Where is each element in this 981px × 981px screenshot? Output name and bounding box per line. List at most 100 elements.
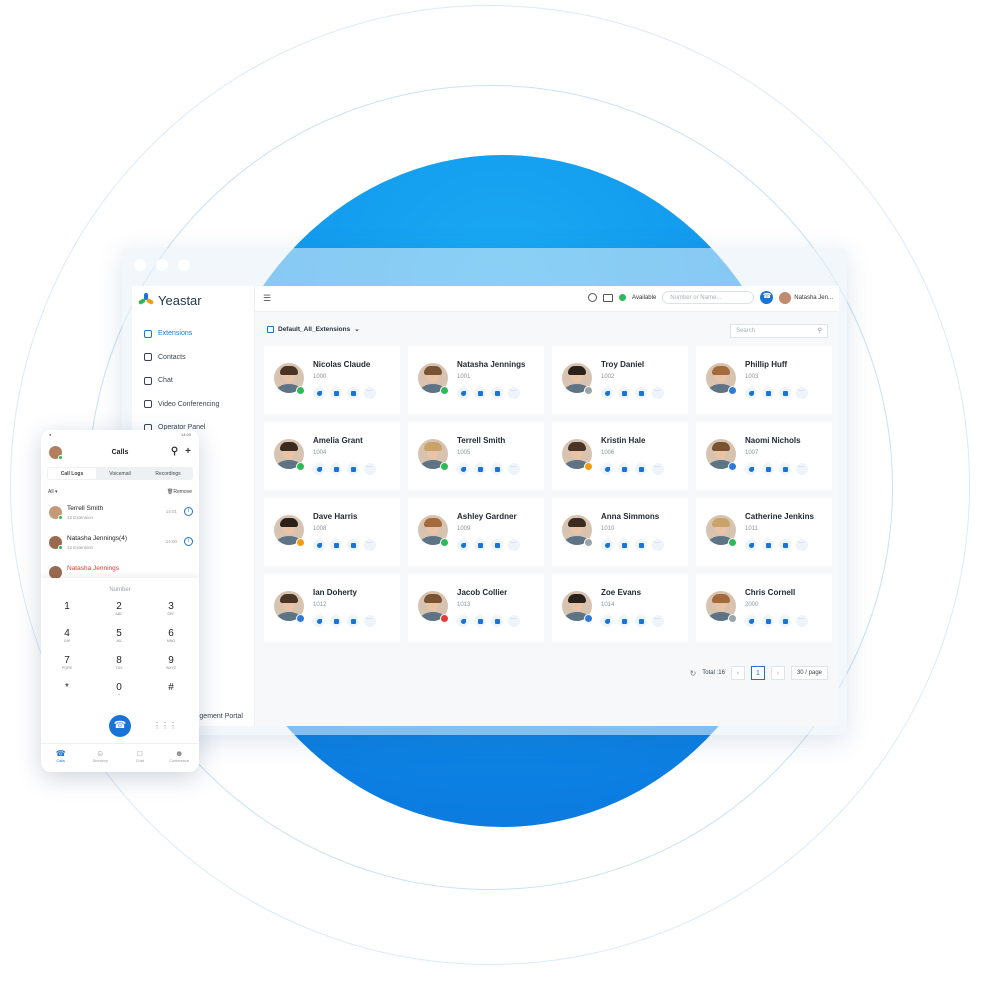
more-icon[interactable]: ···	[364, 387, 376, 399]
call-icon[interactable]	[601, 615, 613, 627]
extension-card[interactable]: Nicolas Claude 1000 ···	[264, 346, 400, 414]
dial-key[interactable]: 2 ABC	[93, 601, 145, 628]
more-icon[interactable]: ···	[796, 463, 808, 475]
video-call-icon[interactable]	[330, 463, 342, 475]
info-icon[interactable]: i	[184, 537, 193, 546]
more-icon[interactable]: ···	[508, 615, 520, 627]
tab-calls[interactable]: ☎ Calls	[41, 744, 81, 772]
sidebar-item-video-conferencing[interactable]: Video Conferencing	[132, 393, 254, 417]
extension-card[interactable]: Phillip Huff 1003 ···	[696, 346, 832, 414]
call-icon[interactable]	[313, 387, 325, 399]
more-icon[interactable]: ···	[796, 615, 808, 627]
list-item[interactable]: Natasha Jennings(4) 12 Extension 14:00 i	[41, 528, 199, 558]
video-call-icon[interactable]	[474, 387, 486, 399]
extension-card[interactable]: Chris Cornell 2000 ···	[696, 574, 832, 642]
chat-icon[interactable]	[779, 615, 791, 627]
chat-icon[interactable]	[779, 539, 791, 551]
more-icon[interactable]: ···	[652, 387, 664, 399]
tab-conference[interactable]: ☻ Conference	[160, 744, 200, 772]
list-item[interactable]: Terrell Smith 12 Extension 14:01 i	[41, 498, 199, 528]
more-icon[interactable]: ···	[364, 463, 376, 475]
video-call-icon[interactable]	[618, 463, 630, 475]
window-dot-icon[interactable]	[178, 259, 190, 271]
chat-icon[interactable]	[635, 387, 647, 399]
number-input[interactable]: Number	[41, 587, 199, 593]
video-call-icon[interactable]	[330, 615, 342, 627]
chat-icon[interactable]	[635, 539, 647, 551]
dial-key[interactable]: *	[41, 682, 93, 709]
call-icon[interactable]	[601, 463, 613, 475]
dial-key[interactable]: 6 MNO	[145, 628, 197, 655]
dial-key[interactable]: 1	[41, 601, 93, 628]
user-menu[interactable]: Natasha Jen...	[779, 291, 833, 304]
tab-directory[interactable]: ☺ Directory	[81, 744, 121, 772]
extension-card[interactable]: Ian Doherty 1012 ···	[264, 574, 400, 642]
page-button[interactable]: 1	[750, 666, 765, 680]
presence-status[interactable]: Available	[632, 295, 656, 301]
tab-chat[interactable]: □ Chat	[120, 744, 160, 772]
call-icon[interactable]	[313, 615, 325, 627]
video-call-icon[interactable]	[762, 387, 774, 399]
call-icon[interactable]	[745, 463, 757, 475]
extension-card[interactable]: Anna Simmons 1010 ···	[552, 498, 688, 566]
chat-icon[interactable]	[635, 463, 647, 475]
call-icon[interactable]	[745, 539, 757, 551]
tab-voicemail[interactable]: Voicemail	[96, 468, 144, 479]
dial-key[interactable]: 0 +	[93, 682, 145, 709]
more-icon[interactable]: ···	[652, 463, 664, 475]
more-icon[interactable]: ···	[364, 615, 376, 627]
extension-card[interactable]: Dave Harris 1008 ···	[264, 498, 400, 566]
video-call-icon[interactable]	[618, 615, 630, 627]
more-icon[interactable]: ···	[508, 463, 520, 475]
add-icon[interactable]: +	[185, 446, 191, 457]
sidebar-item-contacts[interactable]: Contacts	[132, 346, 254, 370]
more-icon[interactable]: ···	[796, 539, 808, 551]
info-icon[interactable]: i	[184, 507, 193, 516]
search-icon[interactable]: ⚲	[171, 446, 178, 457]
dial-call-button[interactable]: ☎	[109, 715, 131, 737]
chat-icon[interactable]	[491, 615, 503, 627]
tab-recordings[interactable]: Recordings	[144, 468, 192, 479]
chat-icon[interactable]	[347, 387, 359, 399]
call-icon[interactable]	[457, 463, 469, 475]
chat-icon[interactable]	[779, 387, 791, 399]
video-call-icon[interactable]	[762, 539, 774, 551]
remove-button[interactable]: 🗑Remove	[167, 489, 192, 495]
call-icon[interactable]	[601, 387, 613, 399]
call-icon[interactable]	[457, 615, 469, 627]
dial-key[interactable]: 5 JKL	[93, 628, 145, 655]
more-icon[interactable]: ···	[652, 615, 664, 627]
dial-key[interactable]: 7 PQRS	[41, 655, 93, 682]
video-call-icon[interactable]	[762, 615, 774, 627]
chat-icon[interactable]	[347, 463, 359, 475]
refresh-icon[interactable]: ↻	[690, 669, 697, 678]
extension-card[interactable]: Naomi Nichols 1007 ···	[696, 422, 832, 490]
extension-card[interactable]: Jacob Collier 1013 ···	[408, 574, 544, 642]
extension-card[interactable]: Ashley Gardner 1009 ···	[408, 498, 544, 566]
next-page-button[interactable]: ›	[770, 666, 785, 680]
window-dot-icon[interactable]	[134, 259, 146, 271]
filter-select[interactable]: All ▾	[48, 489, 57, 495]
chat-icon[interactable]	[491, 539, 503, 551]
chat-icon[interactable]	[491, 387, 503, 399]
extension-card[interactable]: Zoe Evans 1014 ···	[552, 574, 688, 642]
call-icon[interactable]	[745, 615, 757, 627]
collapse-menu-icon[interactable]: ☰	[263, 293, 271, 304]
sidebar-item-chat[interactable]: Chat	[132, 369, 254, 393]
extension-card[interactable]: Kristin Hale 1006 ···	[552, 422, 688, 490]
more-icon[interactable]: ···	[652, 539, 664, 551]
logo[interactable]: Yeastar	[132, 286, 254, 314]
chat-icon[interactable]	[491, 463, 503, 475]
extension-card[interactable]: Natasha Jennings 1001 ···	[408, 346, 544, 414]
call-icon[interactable]	[313, 463, 325, 475]
call-icon[interactable]	[457, 387, 469, 399]
more-icon[interactable]: ···	[364, 539, 376, 551]
dial-key[interactable]: 8 TUV	[93, 655, 145, 682]
more-icon[interactable]: ···	[796, 387, 808, 399]
keypad-toggle-icon[interactable]: ⋮⋮⋮	[153, 721, 177, 730]
video-call-icon[interactable]	[474, 615, 486, 627]
prev-page-button[interactable]: ‹	[730, 666, 745, 680]
sidebar-item-extensions[interactable]: Extensions	[132, 322, 254, 346]
chat-icon[interactable]	[779, 463, 791, 475]
dial-search-input[interactable]: Number or Name...	[662, 291, 755, 304]
